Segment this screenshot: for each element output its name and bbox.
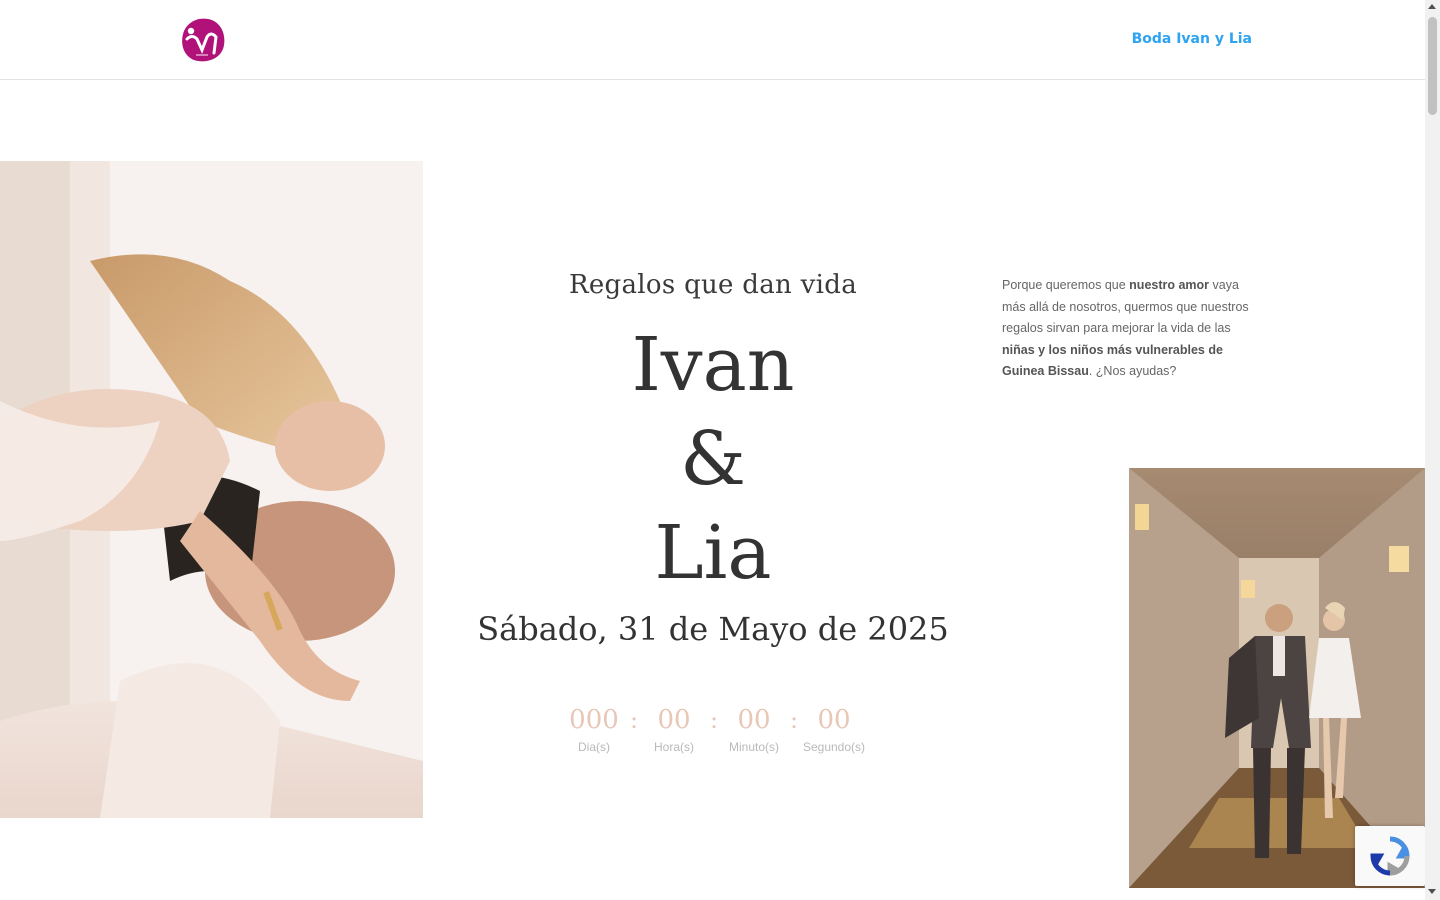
countdown-separator: : (709, 706, 719, 734)
countdown-days-value: 000 (569, 705, 619, 735)
countdown-hours: 00 Hora(s) (640, 702, 708, 754)
hero-section: Regalos que dan vida Ivan & Lia Sábado, … (470, 270, 956, 648)
couple-running-hallway-photo (1129, 468, 1425, 888)
couple-names: Ivan & Lia (470, 318, 956, 600)
countdown-minutes: 00 Minuto(s) (720, 702, 788, 754)
countdown-seconds-value: 00 (817, 705, 851, 735)
countdown-hours-value: 00 (657, 705, 691, 735)
intro-bold-1: nuestro amor (1129, 278, 1210, 292)
intro-paragraph: Porque queremos que nuestro amor vaya má… (1002, 275, 1254, 383)
scroll-thumb[interactable] (1428, 17, 1437, 115)
name-ivan: Ivan (631, 322, 795, 408)
countdown-hours-label: Hora(s) (653, 740, 694, 754)
recaptcha-badge[interactable] (1355, 826, 1425, 886)
countdown-separator: : (789, 706, 799, 734)
intro-text-3: . ¿Nos ayudas? (1088, 364, 1177, 378)
countdown-timer: 000 Dia(s) : 00 Hora(s) : 00 Minuto(s) :… (560, 702, 868, 754)
page-scrollbar[interactable] (1425, 0, 1440, 900)
countdown-days: 000 Dia(s) (560, 702, 628, 754)
countdown-separator: : (629, 706, 639, 734)
hero-subtitle: Regalos que dan vida (568, 270, 858, 300)
couple-embracing-photo (0, 161, 423, 818)
intro-text-1: Porque queremos que (1002, 278, 1130, 292)
site-header: Boda Ivan y Lia (0, 0, 1425, 80)
heart-hands-logo-icon[interactable] (178, 17, 226, 63)
ampersand: & (680, 416, 746, 502)
countdown-minutes-value: 00 (737, 705, 771, 735)
wedding-date: Sábado, 31 de Mayo de 2025 (477, 610, 949, 648)
scroll-up-arrow-icon[interactable] (1428, 4, 1436, 9)
countdown-seconds: 00 Segundo(s) (800, 702, 868, 754)
recaptcha-icon (1370, 836, 1410, 876)
countdown-seconds-label: Segundo(s) (802, 740, 866, 754)
scroll-down-arrow-icon[interactable] (1428, 889, 1436, 894)
countdown-minutes-label: Minuto(s) (728, 740, 779, 754)
nav-link-boda[interactable]: Boda Ivan y Lia (1132, 31, 1252, 47)
name-lia: Lia (654, 510, 772, 596)
countdown-days-label: Dia(s) (578, 740, 610, 754)
